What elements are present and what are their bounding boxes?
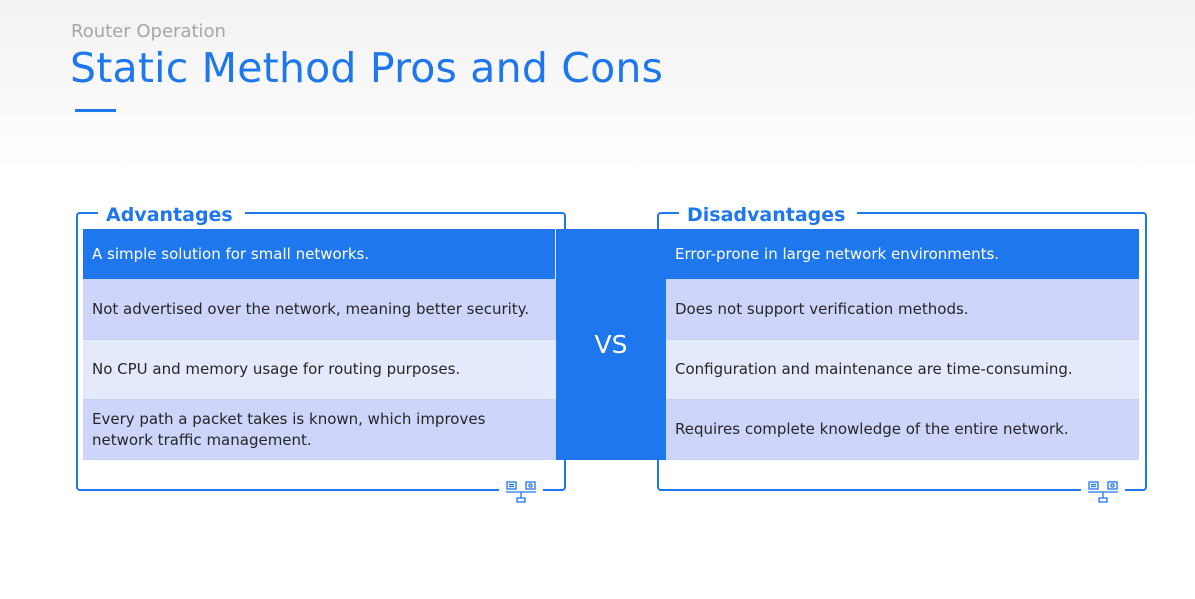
advantage-item: Not advertised over the network, meaning…	[83, 280, 556, 340]
network-balance-icon	[506, 481, 536, 503]
advantage-item: A simple solution for small networks.	[83, 229, 556, 280]
disadvantages-corner-badge	[1081, 478, 1125, 506]
network-balance-icon	[1088, 481, 1118, 503]
disadvantages-heading: Disadvantages	[679, 203, 858, 227]
disadvantage-item: Error-prone in large network environment…	[666, 229, 1139, 280]
section-subtitle: Router Operation	[71, 21, 226, 42]
versus-label: VS	[594, 330, 628, 359]
disadvantage-item: Requires complete knowledge of the entir…	[666, 400, 1139, 460]
disadvantages-list: Error-prone in large network environment…	[666, 229, 1139, 460]
page-title: Static Method Pros and Cons	[70, 44, 664, 92]
disadvantage-item: Does not support verification methods.	[666, 280, 1139, 340]
advantages-heading: Advantages	[98, 203, 245, 227]
advantages-corner-badge	[499, 478, 543, 506]
disadvantage-item: Configuration and maintenance are time-c…	[666, 340, 1139, 400]
versus-block: VS	[556, 229, 666, 460]
advantage-item: No CPU and memory usage for routing purp…	[83, 340, 556, 400]
title-underline	[75, 109, 116, 112]
advantage-item: Every path a packet takes is known, whic…	[83, 400, 556, 460]
advantages-list: A simple solution for small networks. No…	[83, 229, 556, 460]
